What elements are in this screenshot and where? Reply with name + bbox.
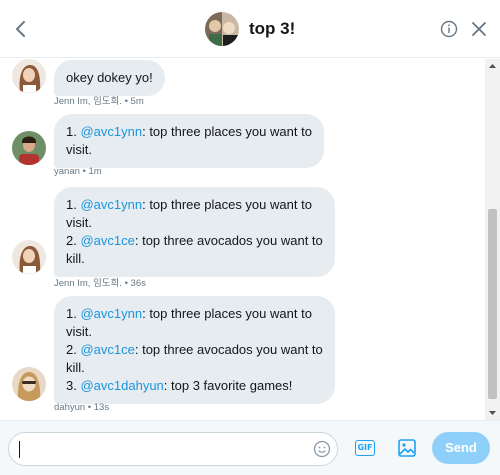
message-text: : top three avocados you want to [134, 233, 323, 248]
caret-up-icon [489, 64, 496, 68]
mention-link[interactable]: @avc1dahyun [80, 378, 163, 393]
message-line: 2. @avc1ce: top three avocados you want … [66, 341, 323, 359]
chevron-left-icon [16, 21, 25, 37]
scroll-up-button[interactable] [485, 59, 500, 73]
message-line: 1. @avc1ynn: top three places you want t… [66, 196, 323, 214]
message-text: : top three avocados you want to [134, 342, 323, 357]
back-button[interactable] [10, 18, 32, 40]
message-text: visit. [66, 215, 92, 230]
add-photo-button[interactable] [397, 438, 417, 458]
message-line: 1. @avc1ynn: top three places you want t… [66, 305, 323, 323]
conversation-title: top 3! [249, 19, 296, 38]
message-text: : top three places you want to [142, 197, 312, 212]
emoji-button[interactable] [313, 440, 331, 458]
mention-link[interactable]: @avc1ce [80, 233, 134, 248]
avatar-jenn[interactable] [12, 59, 46, 93]
message-input[interactable] [8, 432, 338, 466]
message-text: : top three places you want to [142, 306, 312, 321]
image-icon [398, 439, 416, 457]
mention-link[interactable]: @avc1ynn [80, 124, 142, 139]
message-bubble[interactable]: 1. @avc1ynn: top three places you want t… [54, 187, 335, 277]
info-icon [440, 20, 458, 38]
message-text: : top three places you want to [142, 124, 312, 139]
conversation-header: top 3! [0, 0, 500, 58]
mention-link[interactable]: @avc1ce [80, 342, 134, 357]
message-bubble[interactable]: 1. @avc1ynn: top three places you want t… [54, 114, 324, 168]
gif-icon: GIF [355, 440, 375, 456]
caret-down-icon [489, 411, 496, 415]
message-text: visit. [66, 142, 92, 157]
list-number: 2. [66, 342, 81, 357]
info-button[interactable] [440, 20, 458, 38]
mention-link[interactable]: @avc1ynn [80, 197, 142, 212]
message-meta: Jenn Im, 임도희. • 36s [54, 278, 146, 289]
message-line: 1. @avc1ynn: top three places you want t… [66, 123, 312, 141]
scrollbar[interactable] [485, 59, 500, 420]
message-line: 2. @avc1ce: top three avocados you want … [66, 232, 323, 250]
text-caret [19, 441, 20, 458]
message-meta: yanan • 1m [54, 166, 102, 177]
message-composer [0, 420, 500, 475]
message-text: : top 3 favorite games! [163, 378, 293, 393]
avatar-jenn[interactable] [12, 240, 46, 274]
message-bubble[interactable]: okey dokey yo! [54, 60, 165, 96]
gif-button[interactable]: GIF [355, 440, 375, 456]
close-button[interactable] [470, 20, 488, 38]
message-meta: dahyun • 13s [54, 402, 110, 413]
close-icon [472, 22, 486, 36]
list-number: 3. [66, 378, 81, 393]
conversation-info[interactable]: top 3! [205, 12, 295, 46]
message-meta: Jenn Im, 임도희. • 5m [54, 96, 144, 107]
message-text: okey dokey yo! [66, 70, 153, 85]
message-bubble[interactable]: 1. @avc1ynn: top three places you want t… [54, 296, 335, 404]
mention-link[interactable]: @avc1ynn [80, 306, 142, 321]
avatar-dahyun[interactable] [12, 367, 46, 401]
scroll-down-button[interactable] [485, 406, 500, 420]
avatar-yanan[interactable] [12, 131, 46, 165]
emoji-icon [313, 440, 331, 458]
message-text: kill. [66, 251, 85, 266]
list-number: 1. [66, 124, 81, 139]
message-line: 3. @avc1dahyun: top 3 favorite games! [66, 377, 323, 395]
message-text: kill. [66, 360, 85, 375]
message-text: visit. [66, 324, 92, 339]
scroll-thumb[interactable] [488, 209, 497, 399]
send-button[interactable]: Send [432, 432, 490, 464]
group-avatar [205, 12, 239, 46]
list-number: 2. [66, 233, 81, 248]
list-number: 1. [66, 197, 81, 212]
list-number: 1. [66, 306, 81, 321]
message-list[interactable]: okey dokey yo! Jenn Im, 임도희. • 5m 1. @av… [0, 59, 485, 420]
